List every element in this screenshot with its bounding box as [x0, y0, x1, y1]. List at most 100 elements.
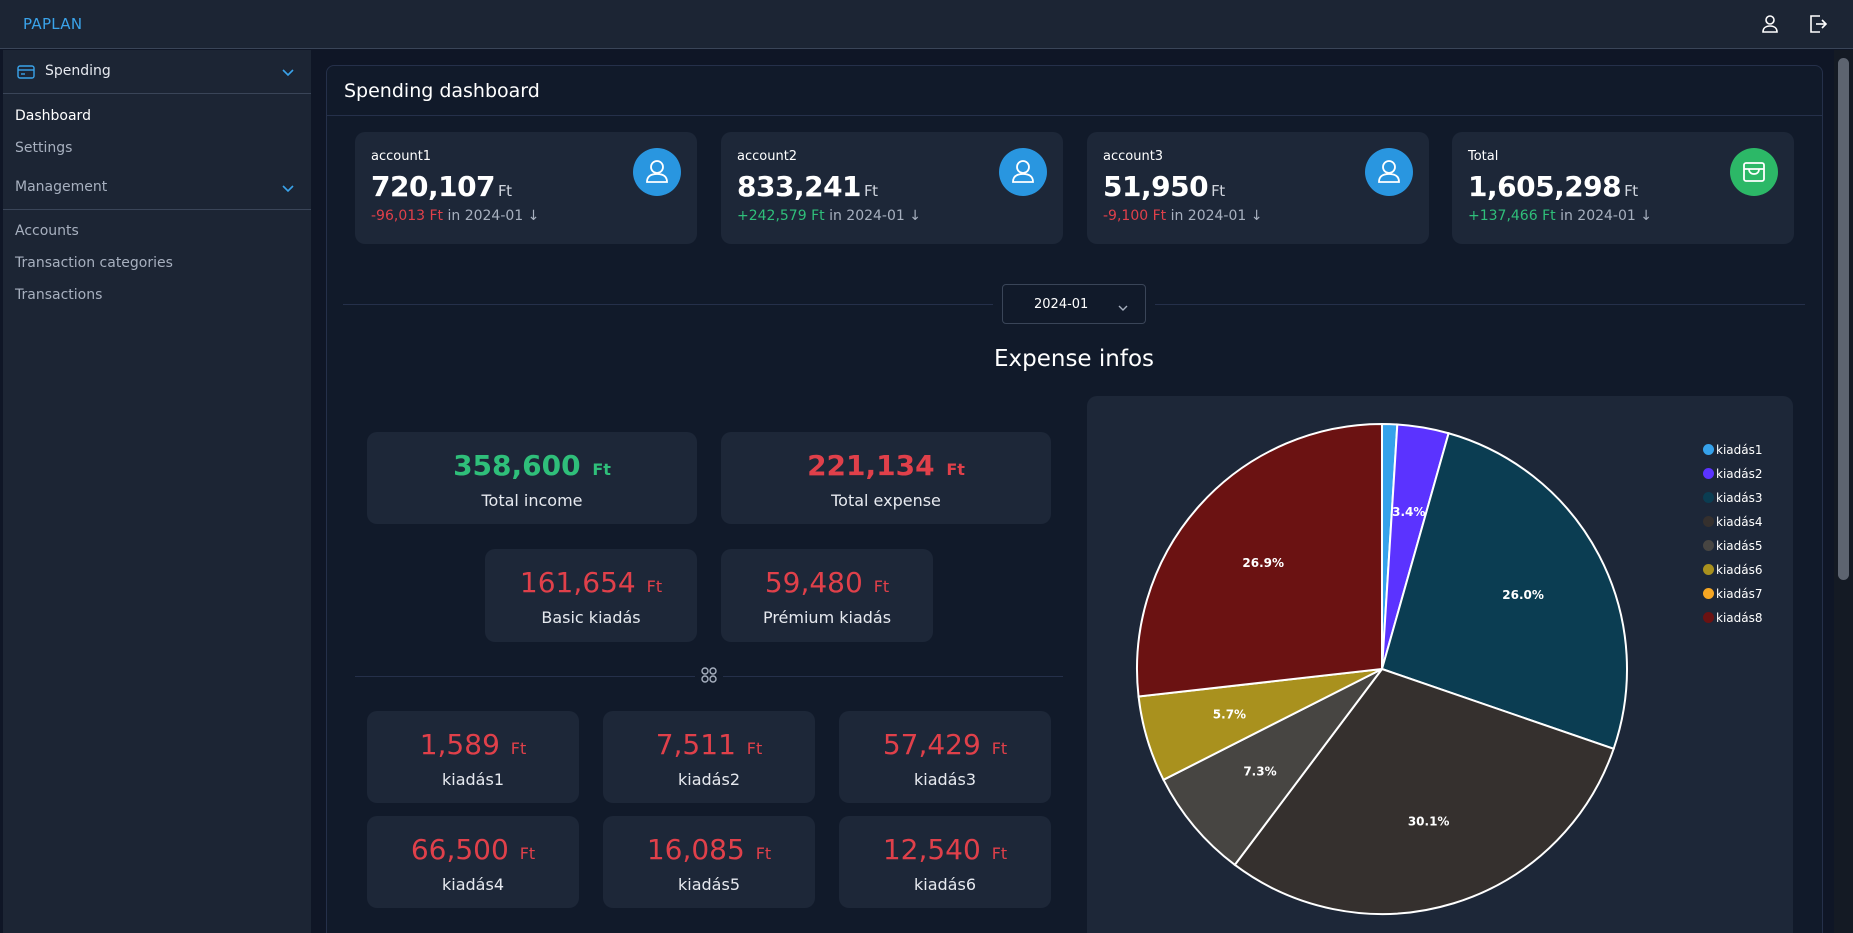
- divider: [723, 676, 1063, 677]
- category-value: 12,540 Ft: [882, 833, 1008, 866]
- expense-value: 59,480 Ft: [764, 566, 890, 599]
- account-delta: +242,579 Ft in 2024-01 ↓: [737, 208, 921, 224]
- sidebar-group-label: Spending: [45, 63, 111, 79]
- sidebar: Spending Dashboard Settings Management A…: [3, 50, 311, 933]
- account-balance: 720,107 Ft: [371, 170, 512, 203]
- category-label: kiadás5: [678, 875, 740, 894]
- account-name: account3: [1103, 149, 1164, 164]
- scrollbar[interactable]: [1834, 50, 1853, 933]
- legend-swatch: [1703, 588, 1714, 599]
- account-card: account3 51,950 Ft -9,100 Ft in 2024-01 ↓: [1087, 132, 1429, 244]
- account-balance: 51,950 Ft: [1103, 170, 1225, 203]
- total-expense-card: 221,134 Ft Total expense: [721, 432, 1051, 524]
- pie-value-label: 7.3%: [1243, 764, 1276, 778]
- legend-item[interactable]: kiadás3: [1703, 491, 1763, 505]
- legend-item[interactable]: kiadás5: [1703, 539, 1763, 553]
- user-icon: [633, 148, 681, 196]
- legend-swatch: [1703, 468, 1714, 479]
- total-income-value: 358,600 Ft: [453, 449, 611, 482]
- pie-value-label: 26.9%: [1242, 556, 1284, 570]
- wallet-icon: [1730, 148, 1778, 196]
- expense-label: Basic kiadás: [541, 608, 641, 627]
- sidebar-item-transaction-categories[interactable]: Transaction categories: [15, 255, 173, 271]
- account-delta: -9,100 Ft in 2024-01 ↓: [1103, 208, 1263, 224]
- basic-expense-card: 161,654 Ft Basic kiadás: [485, 549, 697, 642]
- top-bar: PAPLAN: [0, 0, 1853, 49]
- logout-icon[interactable]: [1805, 12, 1829, 36]
- legend-label: kiadás3: [1716, 491, 1763, 505]
- legend-label: kiadás8: [1716, 611, 1763, 625]
- legend-item[interactable]: kiadás8: [1703, 611, 1763, 625]
- legend-swatch: [1703, 564, 1714, 575]
- sidebar-item-dashboard[interactable]: Dashboard: [15, 108, 91, 124]
- page-title: Spending dashboard: [344, 80, 540, 102]
- category-value: 7,511 Ft: [655, 728, 763, 761]
- category-label: kiadás2: [678, 770, 740, 789]
- category-label: kiadás4: [442, 875, 504, 894]
- account-balance: 833,241 Ft: [737, 170, 878, 203]
- divider: [343, 304, 993, 305]
- legend-swatch: [1703, 492, 1714, 503]
- account-name: Total: [1468, 149, 1499, 164]
- sidebar-group-label: Management: [15, 179, 108, 195]
- account-card: account2 833,241 Ft +242,579 Ft in 2024-0…: [721, 132, 1063, 244]
- legend-item[interactable]: kiadás4: [1703, 515, 1763, 529]
- sidebar-item-transactions[interactable]: Transactions: [15, 287, 102, 303]
- legend-swatch: [1703, 612, 1714, 623]
- sidebar-item-settings[interactable]: Settings: [15, 140, 72, 156]
- month-select-value: 2024-01: [1034, 297, 1089, 312]
- card-icon: [17, 64, 35, 84]
- category-value: 57,429 Ft: [882, 728, 1008, 761]
- divider: [355, 676, 695, 677]
- category-value: 1,589 Ft: [419, 728, 527, 761]
- pie-value-label: 5.7%: [1213, 708, 1246, 722]
- account-delta: -96,013 Ft in 2024-01 ↓: [371, 208, 540, 224]
- legend-swatch: [1703, 540, 1714, 551]
- account-name: account2: [737, 149, 798, 164]
- divider: [1155, 304, 1805, 305]
- account-delta: +137,466 Ft in 2024-01 ↓: [1468, 208, 1652, 224]
- legend-label: kiadás6: [1716, 563, 1763, 577]
- account-balance: 1,605,298 Ft: [1468, 170, 1638, 203]
- category-card: 12,540 Ft kiadás6: [839, 816, 1051, 908]
- user-icon: [1365, 148, 1413, 196]
- pie-value-label: 26.0%: [1502, 588, 1544, 602]
- legend-swatch: [1703, 444, 1714, 455]
- legend-item[interactable]: kiadás6: [1703, 563, 1763, 577]
- category-label: kiadás3: [914, 770, 976, 789]
- user-icon[interactable]: [1758, 12, 1782, 36]
- chevron-down-icon: [281, 64, 295, 78]
- expense-label: Prémium kiadás: [762, 608, 892, 627]
- chevron-down-icon: [1117, 299, 1129, 311]
- expense-pie-chart: 3.4% 26.0% 30.1% 7.3% 5.7% 26.9%: [1136, 422, 1628, 915]
- account-card: account1 720,107 Ft -96,013 Ft in 2024-01…: [355, 132, 697, 244]
- account-name: account1: [371, 149, 432, 164]
- pie-value-label: 3.4%: [1392, 505, 1425, 519]
- sidebar-item-accounts[interactable]: Accounts: [15, 223, 79, 239]
- section-title: Expense infos: [993, 346, 1155, 372]
- legend-item[interactable]: kiadás2: [1703, 467, 1763, 481]
- legend-item[interactable]: kiadás1: [1703, 443, 1763, 457]
- legend-label: kiadás2: [1716, 467, 1763, 481]
- user-icon: [999, 148, 1047, 196]
- category-card: 57,429 Ft kiadás3: [839, 711, 1051, 803]
- category-label: kiadás6: [914, 875, 976, 894]
- total-expense-value: 221,134 Ft: [807, 449, 965, 482]
- scrollbar-thumb[interactable]: [1838, 58, 1849, 580]
- category-card: 16,085 Ft kiadás5: [603, 816, 815, 908]
- month-select[interactable]: 2024-01: [1002, 284, 1146, 324]
- grid-icon: [700, 666, 718, 688]
- divider: [327, 115, 1822, 116]
- legend-item[interactable]: kiadás7: [1703, 587, 1763, 601]
- total-income-card: 358,600 Ft Total income: [367, 432, 697, 524]
- legend-label: kiadás1: [1716, 443, 1763, 457]
- expense-value: 161,654 Ft: [519, 566, 663, 599]
- category-value: 66,500 Ft: [410, 833, 536, 866]
- category-card: 66,500 Ft kiadás4: [367, 816, 579, 908]
- sidebar-group-spending[interactable]: Spending: [3, 50, 311, 94]
- brand-logo[interactable]: PAPLAN: [23, 15, 82, 33]
- sidebar-group-management[interactable]: Management: [3, 166, 311, 210]
- legend-swatch: [1703, 516, 1714, 527]
- chevron-down-icon: [281, 180, 295, 194]
- premium-expense-card: 59,480 Ft Prémium kiadás: [721, 549, 933, 642]
